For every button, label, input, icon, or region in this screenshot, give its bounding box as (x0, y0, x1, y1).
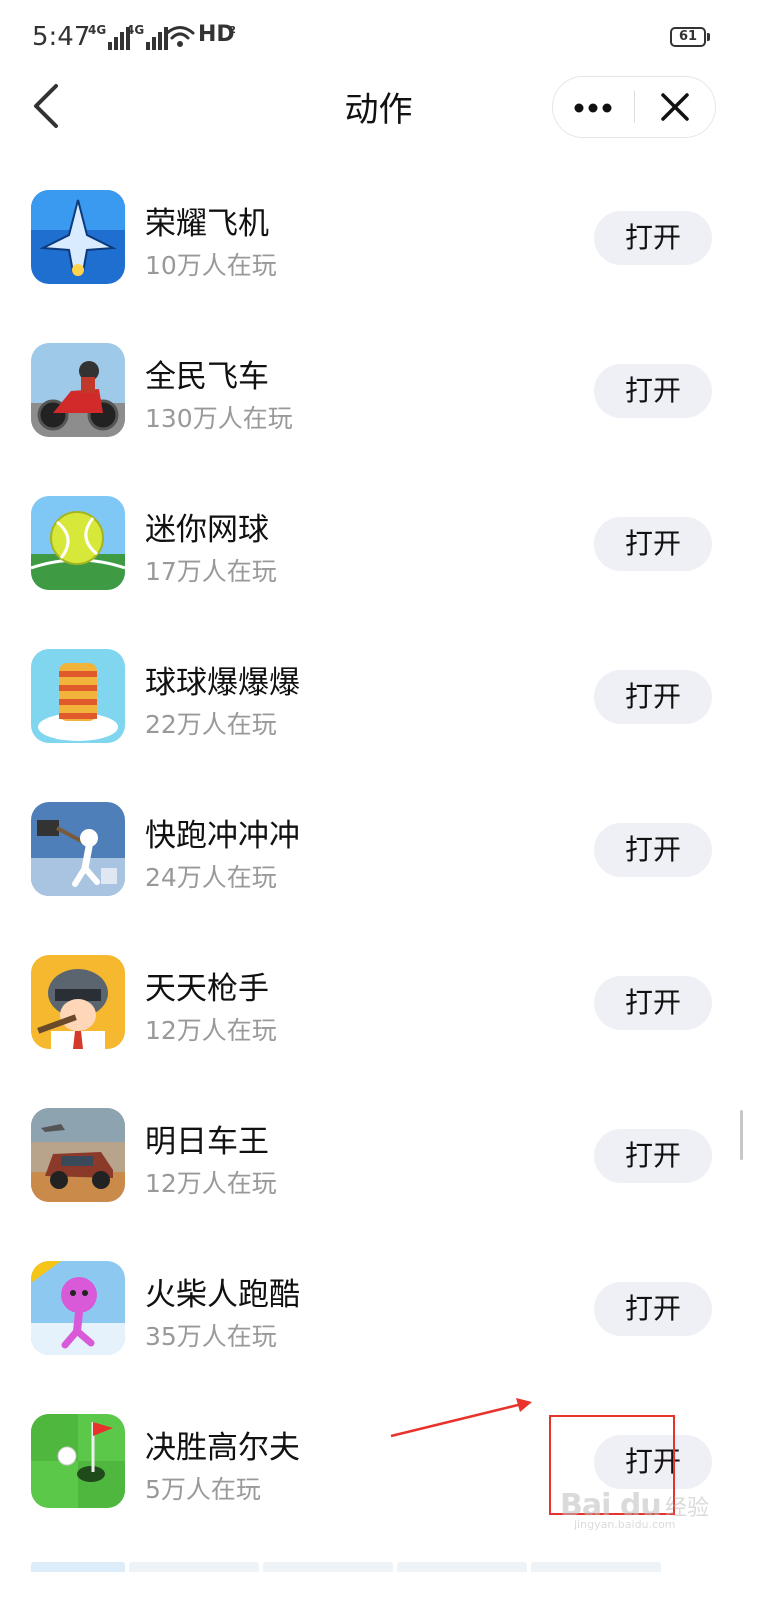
open-button[interactable]: 打开 (594, 211, 712, 265)
capsule-menu (552, 76, 716, 138)
status-time: 5:47 (32, 22, 91, 52)
more-dots-icon (574, 103, 612, 113)
runner-hammer-icon[interactable] (31, 802, 125, 896)
game-name: 决胜高尔夫 (145, 1430, 300, 1466)
battery-level: 61 (678, 29, 698, 44)
signal-icon: 4G (126, 22, 170, 50)
list-item[interactable]: 明日车王 12万人在玩 打开 (0, 1078, 757, 1231)
annotation-arrow-icon (390, 1398, 532, 1438)
open-button[interactable]: 打开 (594, 364, 712, 418)
game-players: 12万人在玩 (145, 1016, 277, 1045)
scrollbar[interactable] (740, 1110, 743, 1160)
battery-tip (707, 33, 710, 41)
watermark-url: jingyan.baidu.com (574, 1518, 676, 1531)
offroad-car-icon[interactable] (31, 1108, 125, 1202)
stickman-runner-icon[interactable] (31, 1261, 125, 1355)
game-players: 130万人在玩 (145, 404, 293, 433)
battery-icon: 61 (670, 27, 706, 47)
watermark: Bai du 经验 jingyan.baidu.com (560, 1486, 740, 1536)
game-players: 12万人在玩 (145, 1169, 277, 1198)
network-type-label: 4G (126, 23, 145, 37)
open-button[interactable]: 打开 (594, 1129, 712, 1183)
golf-hole-icon[interactable] (31, 1414, 125, 1508)
list-item[interactable]: 球球爆爆爆 22万人在玩 打开 (0, 619, 757, 772)
list-item[interactable]: 迷你网球 17万人在玩 打开 (0, 466, 757, 619)
fighter-jet-icon[interactable] (31, 190, 125, 284)
helmet-gunner-icon[interactable] (31, 955, 125, 1049)
status-bar: 5:47 4G 4G HD 2 61 (0, 0, 757, 70)
game-name: 全民飞车 (145, 359, 269, 395)
close-icon (661, 93, 689, 121)
network-type-label: 4G (88, 23, 107, 37)
open-button[interactable]: 打开 (594, 670, 712, 724)
hd-sub-label: 2 (229, 25, 236, 36)
screen: 5:47 4G 4G HD 2 61 动作 荣耀飞机 10万人在玩 打开 全民飞… (0, 0, 757, 1600)
list-item[interactable]: 荣耀飞机 10万人在玩 打开 (0, 160, 757, 313)
back-button[interactable] (26, 78, 70, 134)
next-item-peek (31, 1562, 725, 1572)
game-list: 荣耀飞机 10万人在玩 打开 全民飞车 130万人在玩 打开 迷你网球 17万人… (0, 160, 757, 1537)
list-item[interactable]: 火柴人跑酷 35万人在玩 打开 (0, 1231, 757, 1384)
helix-tower-icon[interactable] (31, 649, 125, 743)
game-name: 球球爆爆爆 (145, 665, 300, 701)
game-name: 迷你网球 (145, 512, 269, 548)
wifi-icon (165, 26, 195, 47)
tennis-ball-icon[interactable] (31, 496, 125, 590)
list-item[interactable]: 全民飞车 130万人在玩 打开 (0, 313, 757, 466)
game-players: 17万人在玩 (145, 557, 277, 586)
chevron-left-icon (34, 84, 58, 128)
game-players: 10万人在玩 (145, 251, 277, 280)
open-button[interactable]: 打开 (594, 1282, 712, 1336)
game-name: 荣耀飞机 (145, 206, 269, 242)
game-players: 22万人在玩 (145, 710, 277, 739)
game-players: 5万人在玩 (145, 1475, 261, 1504)
game-name: 火柴人跑酷 (145, 1277, 300, 1313)
game-name: 快跑冲冲冲 (145, 818, 300, 854)
more-button[interactable] (553, 77, 634, 137)
open-button[interactable]: 打开 (594, 517, 712, 571)
game-name: 天天枪手 (145, 971, 269, 1007)
game-players: 24万人在玩 (145, 863, 277, 892)
list-item[interactable]: 快跑冲冲冲 24万人在玩 打开 (0, 772, 757, 925)
open-button[interactable]: 打开 (594, 976, 712, 1030)
game-name: 明日车王 (145, 1124, 269, 1160)
list-item[interactable]: 天天枪手 12万人在玩 打开 (0, 925, 757, 1078)
motorcycle-icon[interactable] (31, 343, 125, 437)
open-button[interactable]: 打开 (594, 823, 712, 877)
game-players: 35万人在玩 (145, 1322, 277, 1351)
close-button[interactable] (635, 77, 716, 137)
